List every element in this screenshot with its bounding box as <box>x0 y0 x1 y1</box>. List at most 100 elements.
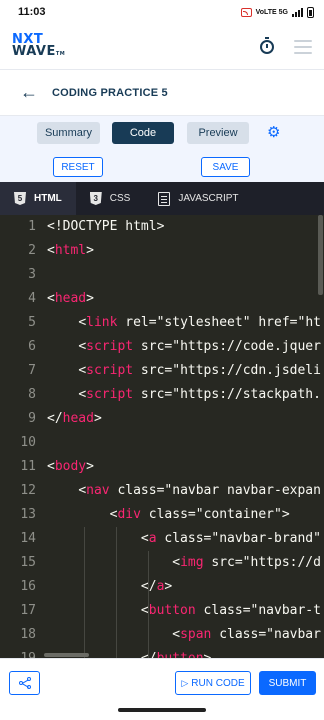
title-row: ← CODING PRACTICE 5 <box>0 70 324 116</box>
line-number: 15 <box>20 555 36 570</box>
line-number: 3 <box>28 267 36 282</box>
logo-line2-text: WAVE <box>12 43 56 59</box>
cast-icon <box>240 7 252 17</box>
code-text[interactable]: <span class="navbar <box>47 623 321 647</box>
code-line[interactable]: 7 <script src="https://cdn.jsdeli <box>0 359 324 383</box>
nxtwave-logo[interactable]: NXT WAVETM <box>12 33 66 60</box>
line-number: 5 <box>28 315 36 330</box>
run-code-button[interactable]: ▷ RUN CODE <box>175 671 251 695</box>
line-number: 11 <box>20 459 36 474</box>
submit-button[interactable]: SUBMIT <box>259 671 316 695</box>
tab-css[interactable]: 3 CSS <box>76 182 145 215</box>
line-number: 9 <box>28 411 36 426</box>
line-number: 14 <box>20 531 36 546</box>
code-line[interactable]: 15 <img src="https://d <box>0 551 324 575</box>
app-header: NXT WAVETM <box>0 24 324 70</box>
gear-icon[interactable]: ⚙ <box>267 125 280 140</box>
line-number: 10 <box>20 435 36 450</box>
code-text[interactable]: <head> <box>47 287 94 311</box>
code-line[interactable]: 12 <nav class="navbar navbar-expan <box>0 479 324 503</box>
line-number: 13 <box>20 507 36 522</box>
tab-html[interactable]: 5 HTML <box>0 182 76 215</box>
code-text[interactable]: <div class="container"> <box>47 503 290 527</box>
status-time: 11:03 <box>18 6 46 18</box>
code-line[interactable]: 11 <body> <box>0 455 324 479</box>
play-icon: ▷ <box>181 677 189 688</box>
hamburger-menu-icon[interactable] <box>294 39 312 54</box>
code-line[interactable]: 4 <head> <box>0 287 324 311</box>
html5-icon: 5 <box>14 192 26 205</box>
line-number: 17 <box>20 603 36 618</box>
network-label: VoLTE 5G <box>255 8 288 16</box>
css3-icon: 3 <box>89 192 102 205</box>
code-text[interactable]: <a class="navbar-brand" <box>47 527 321 551</box>
battery-icon <box>307 6 314 18</box>
line-number: 8 <box>28 387 36 402</box>
tab-preview[interactable]: Preview <box>187 122 249 144</box>
tab-javascript[interactable]: JAVASCRIPT <box>144 182 252 215</box>
save-button[interactable]: SAVE <box>201 157 250 177</box>
code-text[interactable]: <html> <box>47 239 94 263</box>
tab-javascript-label: JAVASCRIPT <box>178 193 239 204</box>
code-line[interactable]: 9 </head> <box>0 407 324 431</box>
vertical-scrollbar[interactable] <box>318 215 323 295</box>
line-number: 1 <box>28 219 36 234</box>
code-line[interactable]: 18 <span class="navbar <box>0 623 324 647</box>
code-line[interactable]: 3 <box>0 263 324 287</box>
logo-line2: WAVETM <box>12 43 66 60</box>
page-title: CODING PRACTICE 5 <box>52 86 168 99</box>
tab-css-label: CSS <box>109 193 131 204</box>
home-indicator <box>118 708 206 712</box>
editor-actions: RESET SAVE <box>0 150 324 182</box>
js-file-icon <box>158 191 171 206</box>
code-line[interactable]: 5 <link rel="stylesheet" href="ht <box>0 311 324 335</box>
signal-icon <box>292 7 303 17</box>
code-text[interactable]: <button class="navbar-t <box>47 599 321 623</box>
code-text[interactable]: <nav class="navbar navbar-expan <box>47 479 321 503</box>
code-line[interactable]: 17 <button class="navbar-t <box>0 599 324 623</box>
share-icon <box>18 677 31 689</box>
code-line[interactable]: 6 <script src="https://code.jquer <box>0 335 324 359</box>
reset-button[interactable]: RESET <box>53 157 103 177</box>
indent-guide <box>84 527 85 658</box>
code-line[interactable]: 14 <a class="navbar-brand" <box>0 527 324 551</box>
run-code-label: RUN CODE <box>191 677 245 689</box>
line-number: 16 <box>20 579 36 594</box>
line-number: 12 <box>20 483 36 498</box>
code-text[interactable]: <link rel="stylesheet" href="ht <box>47 311 321 335</box>
code-text[interactable]: <script src="https://stackpath. <box>47 383 321 407</box>
line-number: 19 <box>0 647 36 658</box>
arrow-left-icon[interactable]: ← <box>20 82 38 103</box>
logo-tm: TM <box>55 50 66 57</box>
language-tabs: 5 HTML 3 CSS JAVASCRIPT <box>0 182 324 215</box>
line-number: 4 <box>28 291 36 306</box>
stopwatch-icon[interactable] <box>260 36 274 54</box>
line-number: 7 <box>28 363 36 378</box>
code-line[interactable]: 16 </a> <box>0 575 324 599</box>
status-bar: 11:03 VoLTE 5G <box>0 0 324 24</box>
code-editor[interactable]: 19 </button>18 <span class="navbar17 <bu… <box>0 215 324 658</box>
code-text[interactable]: <!DOCTYPE html> <box>47 215 164 239</box>
code-line[interactable]: 8 <script src="https://stackpath. <box>0 383 324 407</box>
status-icons: VoLTE 5G <box>240 6 314 18</box>
share-button[interactable] <box>9 671 40 695</box>
code-text[interactable]: <body> <box>47 455 94 479</box>
tab-summary[interactable]: Summary <box>37 122 100 144</box>
code-text[interactable]: </a> <box>47 575 172 599</box>
line-number: 18 <box>20 627 36 642</box>
code-line[interactable]: 13 <div class="container"> <box>0 503 324 527</box>
view-tabs: Summary Code Preview ⚙ <box>0 116 324 150</box>
tab-code[interactable]: Code <box>112 122 174 144</box>
code-text[interactable]: <script src="https://code.jquer <box>47 335 321 359</box>
code-line[interactable]: 1 <!DOCTYPE html> <box>0 215 324 239</box>
tab-html-label: HTML <box>34 193 62 204</box>
code-text[interactable]: </head> <box>47 407 102 431</box>
horizontal-scrollbar[interactable] <box>44 653 89 657</box>
code-line[interactable]: 2 <html> <box>0 239 324 263</box>
indent-guide <box>148 551 149 658</box>
code-text[interactable]: <img src="https://d <box>47 551 321 575</box>
code-text[interactable]: <script src="https://cdn.jsdeli <box>47 359 321 383</box>
line-number: 6 <box>28 339 36 354</box>
line-number: 2 <box>28 243 36 258</box>
code-line[interactable]: 10 <box>0 431 324 455</box>
